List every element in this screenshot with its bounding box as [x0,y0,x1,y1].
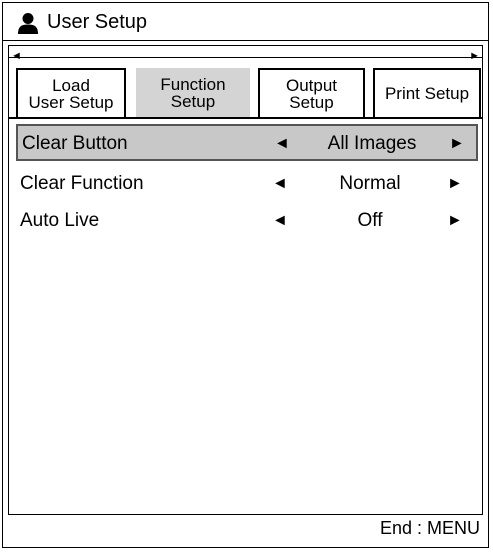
tab-print-setup[interactable]: Print Setup [373,68,481,117]
setting-row-clear-function[interactable]: Clear Function ◄ Normal ► [16,166,478,203]
setting-value: All Images [327,133,417,154]
tab-load-user-setup[interactable]: Load User Setup [16,68,126,117]
setting-label: Auto Live [20,210,100,231]
decrement-arrow-icon[interactable]: ◄ [274,135,290,153]
tab-label-line1: Load [52,75,90,95]
window-title: User Setup [47,11,148,33]
setting-value: Normal [339,173,401,194]
tab-scroll-track [9,57,482,58]
footer-hint: End : MENU [379,518,480,538]
increment-arrow-icon[interactable]: ► [449,135,465,153]
setting-row-clear-button[interactable]: Clear Button ◄ All Images ► [16,124,478,161]
tab-label-line2: Setup [170,91,216,111]
tab-label-line2: User Setup [28,92,114,112]
title-bar: User Setup [3,3,488,41]
setting-label: Clear Button [22,133,128,154]
setting-row-auto-live[interactable]: Auto Live ◄ Off ► [16,203,478,240]
decrement-arrow-icon[interactable]: ◄ [272,212,288,230]
tab-strip-divider [9,117,482,119]
setup-panel: ◄ ► Load User Setup Function Setup Outpu… [8,45,483,515]
tab-label-line1: Function [160,74,226,94]
tab-label-line2: Setup [289,92,334,112]
increment-arrow-icon[interactable]: ► [447,212,463,230]
tab-output-setup[interactable]: Output Setup [258,68,365,117]
tab-label-line1: Output [285,75,338,95]
setting-label: Clear Function [20,173,144,194]
increment-arrow-icon[interactable]: ► [447,175,463,193]
tab-function-setup[interactable]: Function Setup [136,68,250,117]
user-setup-window: User Setup ◄ ► Load User Setup Function … [2,2,489,548]
setting-value: Off [357,210,383,231]
user-icon [18,13,38,34]
tab-label-line1: Print Setup [384,84,470,103]
decrement-arrow-icon[interactable]: ◄ [272,175,288,193]
